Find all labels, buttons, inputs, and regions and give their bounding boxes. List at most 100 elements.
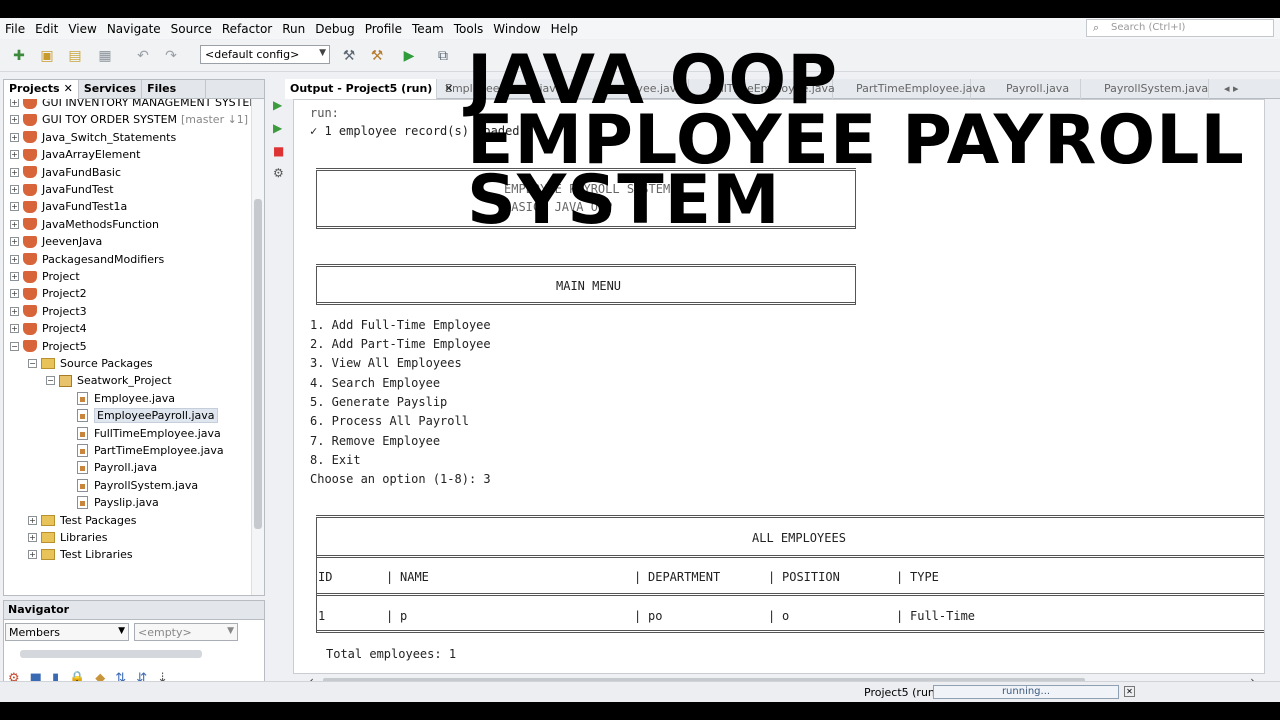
open-project-icon[interactable]: ▤: [64, 45, 86, 67]
save-all-icon[interactable]: ▦: [94, 45, 116, 67]
new-file-icon[interactable]: ✚: [8, 45, 30, 67]
expand-toggle-icon[interactable]: +: [10, 132, 19, 142]
menu-box-right: [855, 266, 856, 304]
menu-window[interactable]: Window: [488, 22, 545, 36]
scroll-thumb[interactable]: [20, 650, 202, 658]
tree-item[interactable]: + JeevenJava: [10, 233, 102, 250]
expand-toggle-icon[interactable]: +: [10, 272, 19, 281]
stop-icon[interactable]: ■: [273, 144, 287, 158]
expand-toggle-icon[interactable]: +: [10, 185, 19, 194]
col-sep: |: [634, 609, 642, 623]
expand-toggle-icon[interactable]: −: [46, 376, 55, 386]
expand-toggle-icon[interactable]: +: [28, 550, 37, 560]
menu-refactor[interactable]: Refactor: [217, 22, 277, 36]
expand-toggle-icon[interactable]: +: [10, 219, 19, 229]
tree-item[interactable]: PartTimeEmployee.java: [64, 442, 224, 459]
tree-item[interactable]: Payslip.java: [64, 494, 159, 511]
table-box-left: [316, 517, 317, 557]
expand-toggle-icon[interactable]: +: [10, 324, 19, 334]
tree-item[interactable]: + JavaArrayElement: [10, 146, 140, 163]
menu-tools[interactable]: Tools: [449, 22, 489, 36]
rerun-icon[interactable]: ▶: [273, 98, 287, 112]
expand-toggle-icon[interactable]: +: [10, 202, 19, 212]
tab-files[interactable]: Files: [142, 80, 207, 99]
java-file-icon: [77, 461, 88, 475]
menu-profile[interactable]: Profile: [360, 22, 407, 36]
close-icon[interactable]: ✕: [64, 82, 73, 95]
tree-item[interactable]: + GUI TOY ORDER SYSTEM [master ↓1]: [10, 111, 248, 128]
status-task[interactable]: Project5 (run): [864, 686, 939, 699]
settings-icon[interactable]: ⚙: [273, 166, 287, 180]
undo-icon[interactable]: ↶: [132, 45, 154, 67]
expand-toggle-icon[interactable]: +: [10, 254, 19, 264]
clean-build-icon[interactable]: ⚒: [366, 45, 388, 67]
menu-debug[interactable]: Debug: [310, 22, 359, 36]
expand-toggle-icon[interactable]: +: [10, 115, 19, 125]
tree-item[interactable]: Employee.java: [64, 390, 175, 407]
search-input[interactable]: ⌕ Search (Ctrl+I): [1086, 19, 1274, 37]
tab-projects[interactable]: Projects ✕: [4, 80, 79, 99]
tree-item[interactable]: + GUI INVENTORY MANAGEMENT SYSTEM: [10, 99, 252, 111]
expand-toggle-icon[interactable]: −: [28, 359, 37, 368]
menu-navigate[interactable]: Navigate: [102, 22, 166, 36]
expand-toggle-icon[interactable]: +: [28, 515, 37, 525]
tree-item[interactable]: EmployeePayroll.java: [64, 407, 218, 424]
expand-toggle-icon[interactable]: −: [10, 341, 19, 351]
tree-item[interactable]: − Seatwork_Project: [46, 372, 172, 389]
menu-team[interactable]: Team: [407, 22, 449, 36]
row-name: p: [400, 609, 408, 623]
tree-item[interactable]: + JavaFundTest1a: [10, 198, 127, 215]
expand-toggle-icon[interactable]: +: [10, 306, 19, 316]
tree-item[interactable]: + Project: [10, 268, 80, 285]
tree-item[interactable]: + JavaFundBasic: [10, 164, 121, 181]
tree-item[interactable]: + JavaMethodsFunction: [10, 216, 159, 233]
col-department: DEPARTMENT: [648, 570, 721, 584]
tree-item[interactable]: + PackagesandModifiers: [10, 251, 164, 268]
debug-icon[interactable]: ⧉: [432, 45, 454, 67]
empty-select[interactable]: <empty> ▼: [134, 623, 238, 641]
col-sep: |: [896, 570, 904, 584]
expand-toggle-icon[interactable]: +: [28, 533, 37, 542]
members-select[interactable]: Members ▼: [5, 623, 129, 641]
table-box-left: [316, 555, 317, 595]
table-header-top: [316, 555, 1264, 558]
tree-item[interactable]: + Java_Switch_Statements: [10, 129, 176, 146]
menu-view[interactable]: View: [63, 22, 101, 36]
tree-item[interactable]: + Project3: [10, 303, 87, 320]
tree-item[interactable]: + Test Packages: [28, 512, 136, 529]
tree-item[interactable]: + Test Libraries: [28, 546, 133, 563]
tree-item[interactable]: + JavaFundTest: [10, 181, 114, 198]
menu-edit[interactable]: Edit: [30, 22, 63, 36]
rerun-options-icon[interactable]: ▶: [273, 121, 287, 135]
expand-toggle-icon[interactable]: +: [10, 99, 19, 107]
menu-help[interactable]: Help: [546, 22, 583, 36]
menu-run[interactable]: Run: [277, 22, 310, 36]
tree-item-label: Source Packages: [60, 357, 153, 370]
expand-toggle-icon[interactable]: +: [10, 237, 19, 247]
new-project-icon[interactable]: ▣: [36, 45, 58, 67]
menu-file[interactable]: File: [0, 22, 30, 36]
expand-toggle-icon[interactable]: +: [10, 167, 19, 177]
tab-services[interactable]: Services: [79, 80, 143, 99]
redo-icon[interactable]: ↷: [160, 45, 182, 67]
run-icon[interactable]: ▶: [398, 45, 420, 67]
tree-scrollbar[interactable]: [251, 99, 264, 595]
cancel-task-icon[interactable]: ✕: [1124, 686, 1135, 697]
config-select[interactable]: <default config> ▼: [200, 45, 330, 64]
expand-toggle-icon[interactable]: +: [10, 150, 19, 160]
tree-item[interactable]: + Project4: [10, 320, 87, 337]
tree-item[interactable]: Payroll.java: [64, 459, 157, 476]
build-hammer-icon[interactable]: ⚒: [338, 45, 360, 67]
expand-toggle-icon[interactable]: +: [10, 289, 19, 299]
tree-item[interactable]: − Project5: [10, 338, 87, 355]
tree-item[interactable]: + Project2: [10, 285, 87, 302]
tree-item[interactable]: PayrollSystem.java: [64, 477, 198, 494]
menu-source[interactable]: Source: [166, 22, 217, 36]
tree-item[interactable]: FullTimeEmployee.java: [64, 425, 221, 442]
scroll-thumb[interactable]: [254, 199, 262, 529]
tree-item[interactable]: + Libraries: [28, 529, 108, 546]
tree-item[interactable]: − Source Packages: [28, 355, 153, 372]
navigator-hscroll[interactable]: [8, 648, 252, 660]
tab-output[interactable]: Output - Project5 (run) ✕: [285, 79, 453, 99]
java-file-icon: [77, 478, 88, 492]
